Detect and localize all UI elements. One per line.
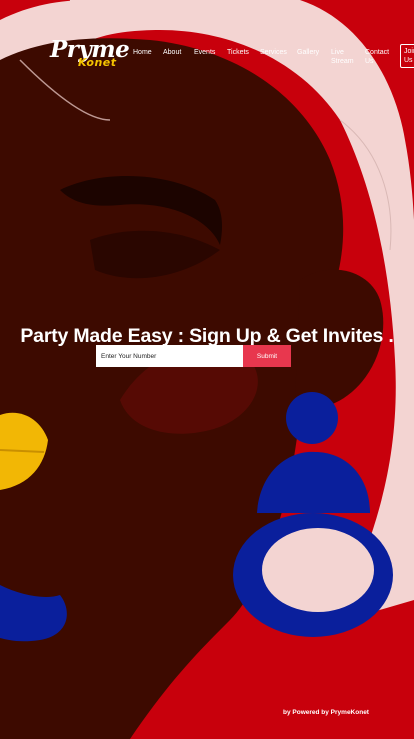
phone-number-input[interactable] [96, 345, 243, 367]
nav-item-contact-us[interactable]: Contact Us [365, 48, 391, 66]
nav-item-gallery[interactable]: Gallery [297, 48, 319, 57]
hero-illustration [0, 0, 414, 739]
footer-credit: by Powered by PrymeKonet [283, 709, 369, 716]
nav-item-events[interactable]: Events [194, 48, 215, 57]
signup-form: Submit [96, 345, 291, 367]
earring-top [286, 392, 338, 444]
nav-item-live-stream[interactable]: Live Stream [331, 48, 357, 66]
join-us-button[interactable]: Join Us [400, 44, 414, 68]
submit-button[interactable]: Submit [243, 345, 291, 367]
nav-item-about[interactable]: About [163, 48, 181, 57]
nav-item-services[interactable]: Services [260, 48, 287, 57]
main-nav: Home About Events Tickets Services Galle… [0, 48, 414, 78]
nav-item-home[interactable]: Home [133, 48, 152, 57]
nav-item-tickets[interactable]: Tickets [227, 48, 249, 57]
